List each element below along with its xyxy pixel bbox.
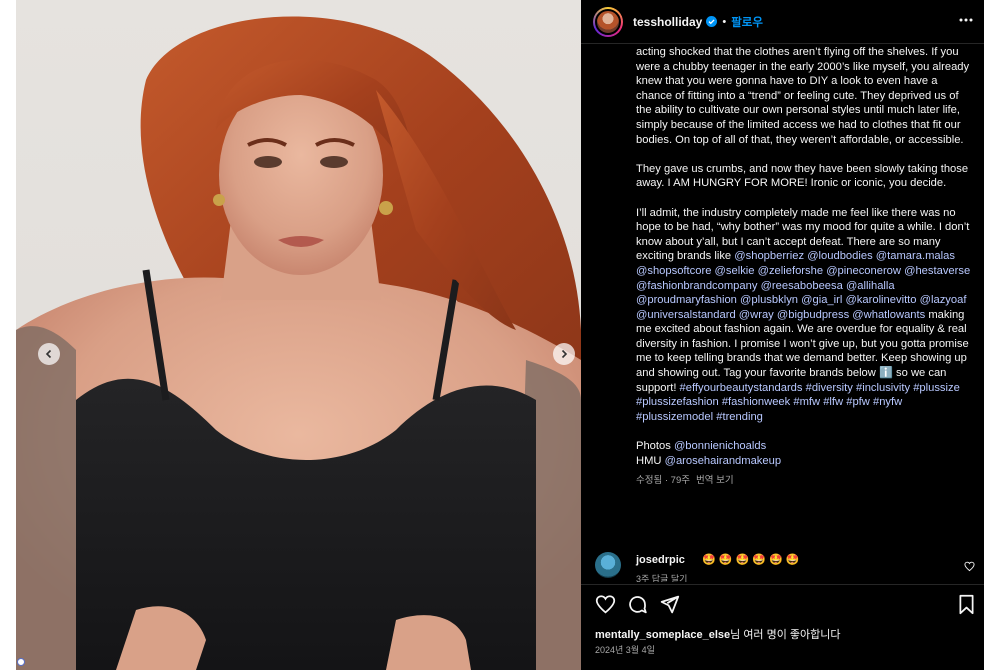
caption-meta: 수정됨 · 79주 번역 보기 [636,474,971,489]
share-icon [660,595,680,614]
mention-link[interactable]: @lazyoaf [920,294,967,306]
translate-link[interactable]: 번역 보기 [696,474,734,489]
comment-meta: 3주 답글 달기 [636,574,688,582]
hashtag-link[interactable]: #plussizemodel [636,411,713,423]
hashtag-link[interactable]: #pfw [846,396,870,408]
more-options-button[interactable] [958,12,974,33]
hashtag-link[interactable]: #effyourbeautystandards [680,382,803,394]
comment-like-button[interactable] [964,559,975,577]
mention-link[interactable]: @fashionbrandcompany [636,280,757,292]
hashtag-link[interactable]: #nyfw [873,396,902,408]
bookmark-icon [959,594,974,615]
post-caption: acting shocked that the clothes aren’t f… [636,45,971,489]
save-button[interactable] [957,594,976,620]
commenter-username[interactable]: josedrpic [636,554,685,566]
mention-link[interactable]: @karolinevitto [845,294,916,306]
likes-suffix: 님 여러 명이 좋아합니다 [730,629,841,641]
mention-link[interactable]: @loudbodies [807,250,872,262]
mention-link[interactable]: @allihalla [846,280,895,292]
photographer-mention[interactable]: @bonnienichoalds [674,440,766,452]
chevron-right-icon [561,349,568,359]
hmu-credit: HMU @arosehairandmakeup [636,454,782,467]
chevron-left-icon [45,349,52,359]
hashtags-list: #effyourbeautystandards #diversity #incl… [636,382,960,423]
mention-link[interactable]: @universalstandard [636,309,736,321]
carousel-indicator [17,658,25,666]
comment-text: 🤩 🤩 🤩 🤩 🤩 🤩 [702,554,800,566]
mention-link[interactable]: @gia_irl [801,294,842,306]
hmu-mention[interactable]: @arosehairandmakeup [665,455,781,467]
mention-link[interactable]: @wray [739,309,774,321]
hashtag-link[interactable]: #lfw [823,396,843,408]
mention-link[interactable]: @reesabobeesa [761,280,843,292]
post-date: 2024년 3월 4일 [595,645,655,655]
hashtag-link[interactable]: #plussizefashion [636,396,719,408]
author-avatar[interactable] [593,6,623,37]
page-gutter [984,0,1000,670]
portrait-image [16,16,581,670]
mention-link[interactable]: @hestaverse [904,265,970,277]
heart-icon [595,595,616,614]
mention-link[interactable]: @proudmaryfashion [636,294,737,306]
hashtag-link[interactable]: #inclusivity [856,382,910,394]
like-button[interactable] [595,594,616,620]
edited-timestamp: 수정됨 · 79주 [636,475,690,487]
likes-summary: mentally_someplace_else님 여러 명이 좋아합니다 [595,626,841,642]
action-bar [581,584,984,620]
share-button[interactable] [659,594,680,620]
commenter-avatar[interactable] [595,552,621,578]
comment-item: josedrpic 🤩 🤩 🤩 🤩 🤩 🤩 3주 답글 달기 [595,550,975,582]
post-photo [16,0,581,670]
mention-link[interactable]: @whatlowants [852,309,925,321]
photo-credit: Photos @bonnienichoalds [636,440,767,453]
mention-link[interactable]: @bigbudpress [777,309,849,321]
caption-paragraph-2: They gave us crumbs, and now they have b… [636,162,969,190]
verified-badge-icon [706,16,718,27]
more-horizontal-icon [959,18,973,22]
post-side-panel: tessholliday • 팔로우 acting shocked that t… [581,0,984,670]
comment-icon [629,596,647,614]
hashtag-link[interactable]: #diversity [806,382,853,394]
author-username[interactable]: tessholliday [633,15,702,29]
hashtag-link[interactable]: #fashionweek [722,396,790,408]
follow-button[interactable]: 팔로우 [731,14,763,30]
liker-username[interactable]: mentally_someplace_else [595,629,730,641]
mention-link[interactable]: @pineconerow [826,265,901,277]
hashtag-link[interactable]: #plussize [913,382,960,394]
mention-link[interactable]: @shopberriez [734,250,804,262]
hashtag-link[interactable]: #trending [716,411,763,423]
caption-paragraph-1: acting shocked that the clothes aren’t f… [636,46,970,146]
comment-button[interactable] [627,594,648,620]
heart-icon [964,561,975,572]
caption-paragraph-3: I’ll admit, the industry completely made… [636,206,971,425]
mention-link[interactable]: @plusbklyn [740,294,798,306]
header-separator: • [722,15,727,28]
post-header: tessholliday • 팔로우 [581,0,984,44]
mention-link[interactable]: @selkie [715,265,755,277]
hashtag-link[interactable]: #mfw [793,396,820,408]
carousel-prev-button[interactable] [38,343,60,365]
mention-link[interactable]: @shopsoftcore [636,265,711,277]
mention-link[interactable]: @tamara.malas [876,250,955,262]
mention-link[interactable]: @zelieforshe [758,265,823,277]
info-emoji-icon: ℹ️ [878,367,893,380]
carousel-next-button[interactable] [553,343,575,365]
